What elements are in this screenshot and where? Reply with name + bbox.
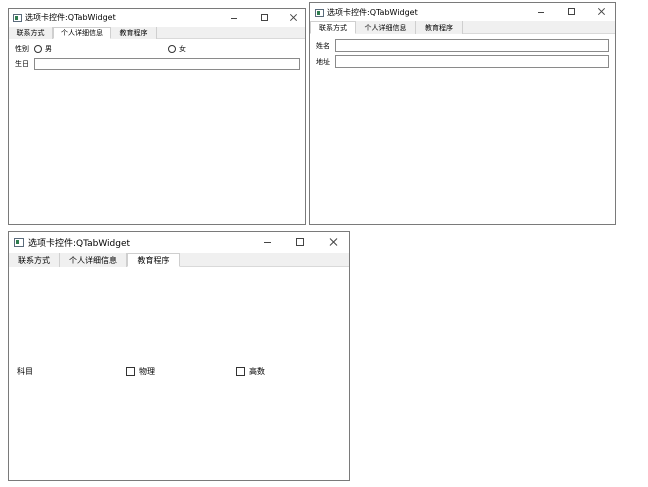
close-icon xyxy=(289,13,298,22)
maximize-button[interactable] xyxy=(257,13,271,23)
address-input[interactable] xyxy=(335,55,609,68)
tab-education-label: 教育程序 xyxy=(119,29,148,37)
close-button[interactable] xyxy=(286,12,300,23)
maximize-icon xyxy=(567,8,575,15)
tab-contact-label: 联系方式 xyxy=(18,255,50,265)
window-personal-details: 选项卡控件:QTabWidget 联系方式 个人详细信息 教育程序 性别 男 女… xyxy=(8,8,306,225)
close-button[interactable] xyxy=(325,236,341,248)
tab-education[interactable]: 教育程序 xyxy=(111,27,157,39)
tab-personal-details-label: 个人详细信息 xyxy=(61,29,103,37)
female-label: 女 xyxy=(179,45,186,53)
window-title: 选项卡控件:QTabWidget xyxy=(327,8,418,17)
tab-personal-details-label: 个人详细信息 xyxy=(69,255,117,265)
tab-education-label: 教育程序 xyxy=(137,255,170,265)
birthday-label: 生日 xyxy=(15,60,29,68)
app-icon xyxy=(315,9,324,17)
minimize-icon xyxy=(538,12,544,13)
male-radio[interactable] xyxy=(34,45,42,53)
app-icon xyxy=(13,14,22,22)
minimize-button[interactable] xyxy=(259,237,275,248)
window-title: 选项卡控件:QTabWidget xyxy=(25,13,116,22)
address-label: 地址 xyxy=(316,58,330,66)
physics-checkbox[interactable] xyxy=(126,367,135,376)
window-contact: 选项卡控件:QTabWidget 联系方式 个人详细信息 教育程序 姓名 地址 xyxy=(309,2,616,225)
tab-contact[interactable]: 联系方式 xyxy=(9,253,60,267)
maximize-button[interactable] xyxy=(292,237,308,248)
title-bar[interactable]: 选项卡控件:QTabWidget xyxy=(9,232,349,253)
name-input[interactable] xyxy=(335,39,609,52)
close-icon xyxy=(328,237,338,247)
app-icon xyxy=(14,238,24,247)
tab-personal-details[interactable]: 个人详细信息 xyxy=(356,21,416,34)
tab-contact[interactable]: 联系方式 xyxy=(9,27,53,39)
minimize-icon xyxy=(263,242,271,243)
tab-contact[interactable]: 联系方式 xyxy=(310,21,356,34)
tab-education[interactable]: 教育程序 xyxy=(416,21,463,34)
maximize-icon xyxy=(296,238,304,246)
tab-contact-label: 联系方式 xyxy=(16,29,45,37)
tab-bar: 联系方式 个人详细信息 教育程序 xyxy=(9,27,305,39)
title-bar[interactable]: 选项卡控件:QTabWidget xyxy=(310,3,615,21)
math-checkbox[interactable] xyxy=(236,367,245,376)
math-label: 高数 xyxy=(249,367,265,376)
physics-label: 物理 xyxy=(139,367,155,376)
tab-education-label: 教育程序 xyxy=(425,23,453,32)
minimize-button[interactable] xyxy=(227,13,241,23)
window-title: 选项卡控件:QTabWidget xyxy=(28,239,131,249)
close-icon xyxy=(597,7,606,16)
minimize-button[interactable] xyxy=(534,7,548,17)
birthday-input[interactable] xyxy=(34,58,300,70)
tab-personal-details[interactable]: 个人详细信息 xyxy=(60,253,127,267)
tab-education[interactable]: 教育程序 xyxy=(127,253,180,267)
maximize-button[interactable] xyxy=(564,7,578,17)
male-label: 男 xyxy=(45,45,52,53)
title-bar[interactable]: 选项卡控件:QTabWidget xyxy=(9,9,305,27)
tab-personal-details[interactable]: 个人详细信息 xyxy=(53,27,111,39)
tab-contact-label: 联系方式 xyxy=(319,23,347,32)
tab-bar: 联系方式 个人详细信息 教育程序 xyxy=(310,21,615,34)
tab-bar: 联系方式 个人详细信息 教育程序 xyxy=(9,253,349,267)
maximize-icon xyxy=(260,14,268,21)
close-button[interactable] xyxy=(594,6,608,17)
minimize-icon xyxy=(231,18,237,19)
gender-label: 性别 xyxy=(15,45,29,53)
female-radio[interactable] xyxy=(168,45,176,53)
name-label: 姓名 xyxy=(316,42,330,50)
window-education: 选项卡控件:QTabWidget 联系方式 个人详细信息 教育程序 科目 物理 … xyxy=(8,231,350,481)
tab-personal-details-label: 个人详细信息 xyxy=(364,23,407,32)
subject-label: 科目 xyxy=(17,367,33,376)
